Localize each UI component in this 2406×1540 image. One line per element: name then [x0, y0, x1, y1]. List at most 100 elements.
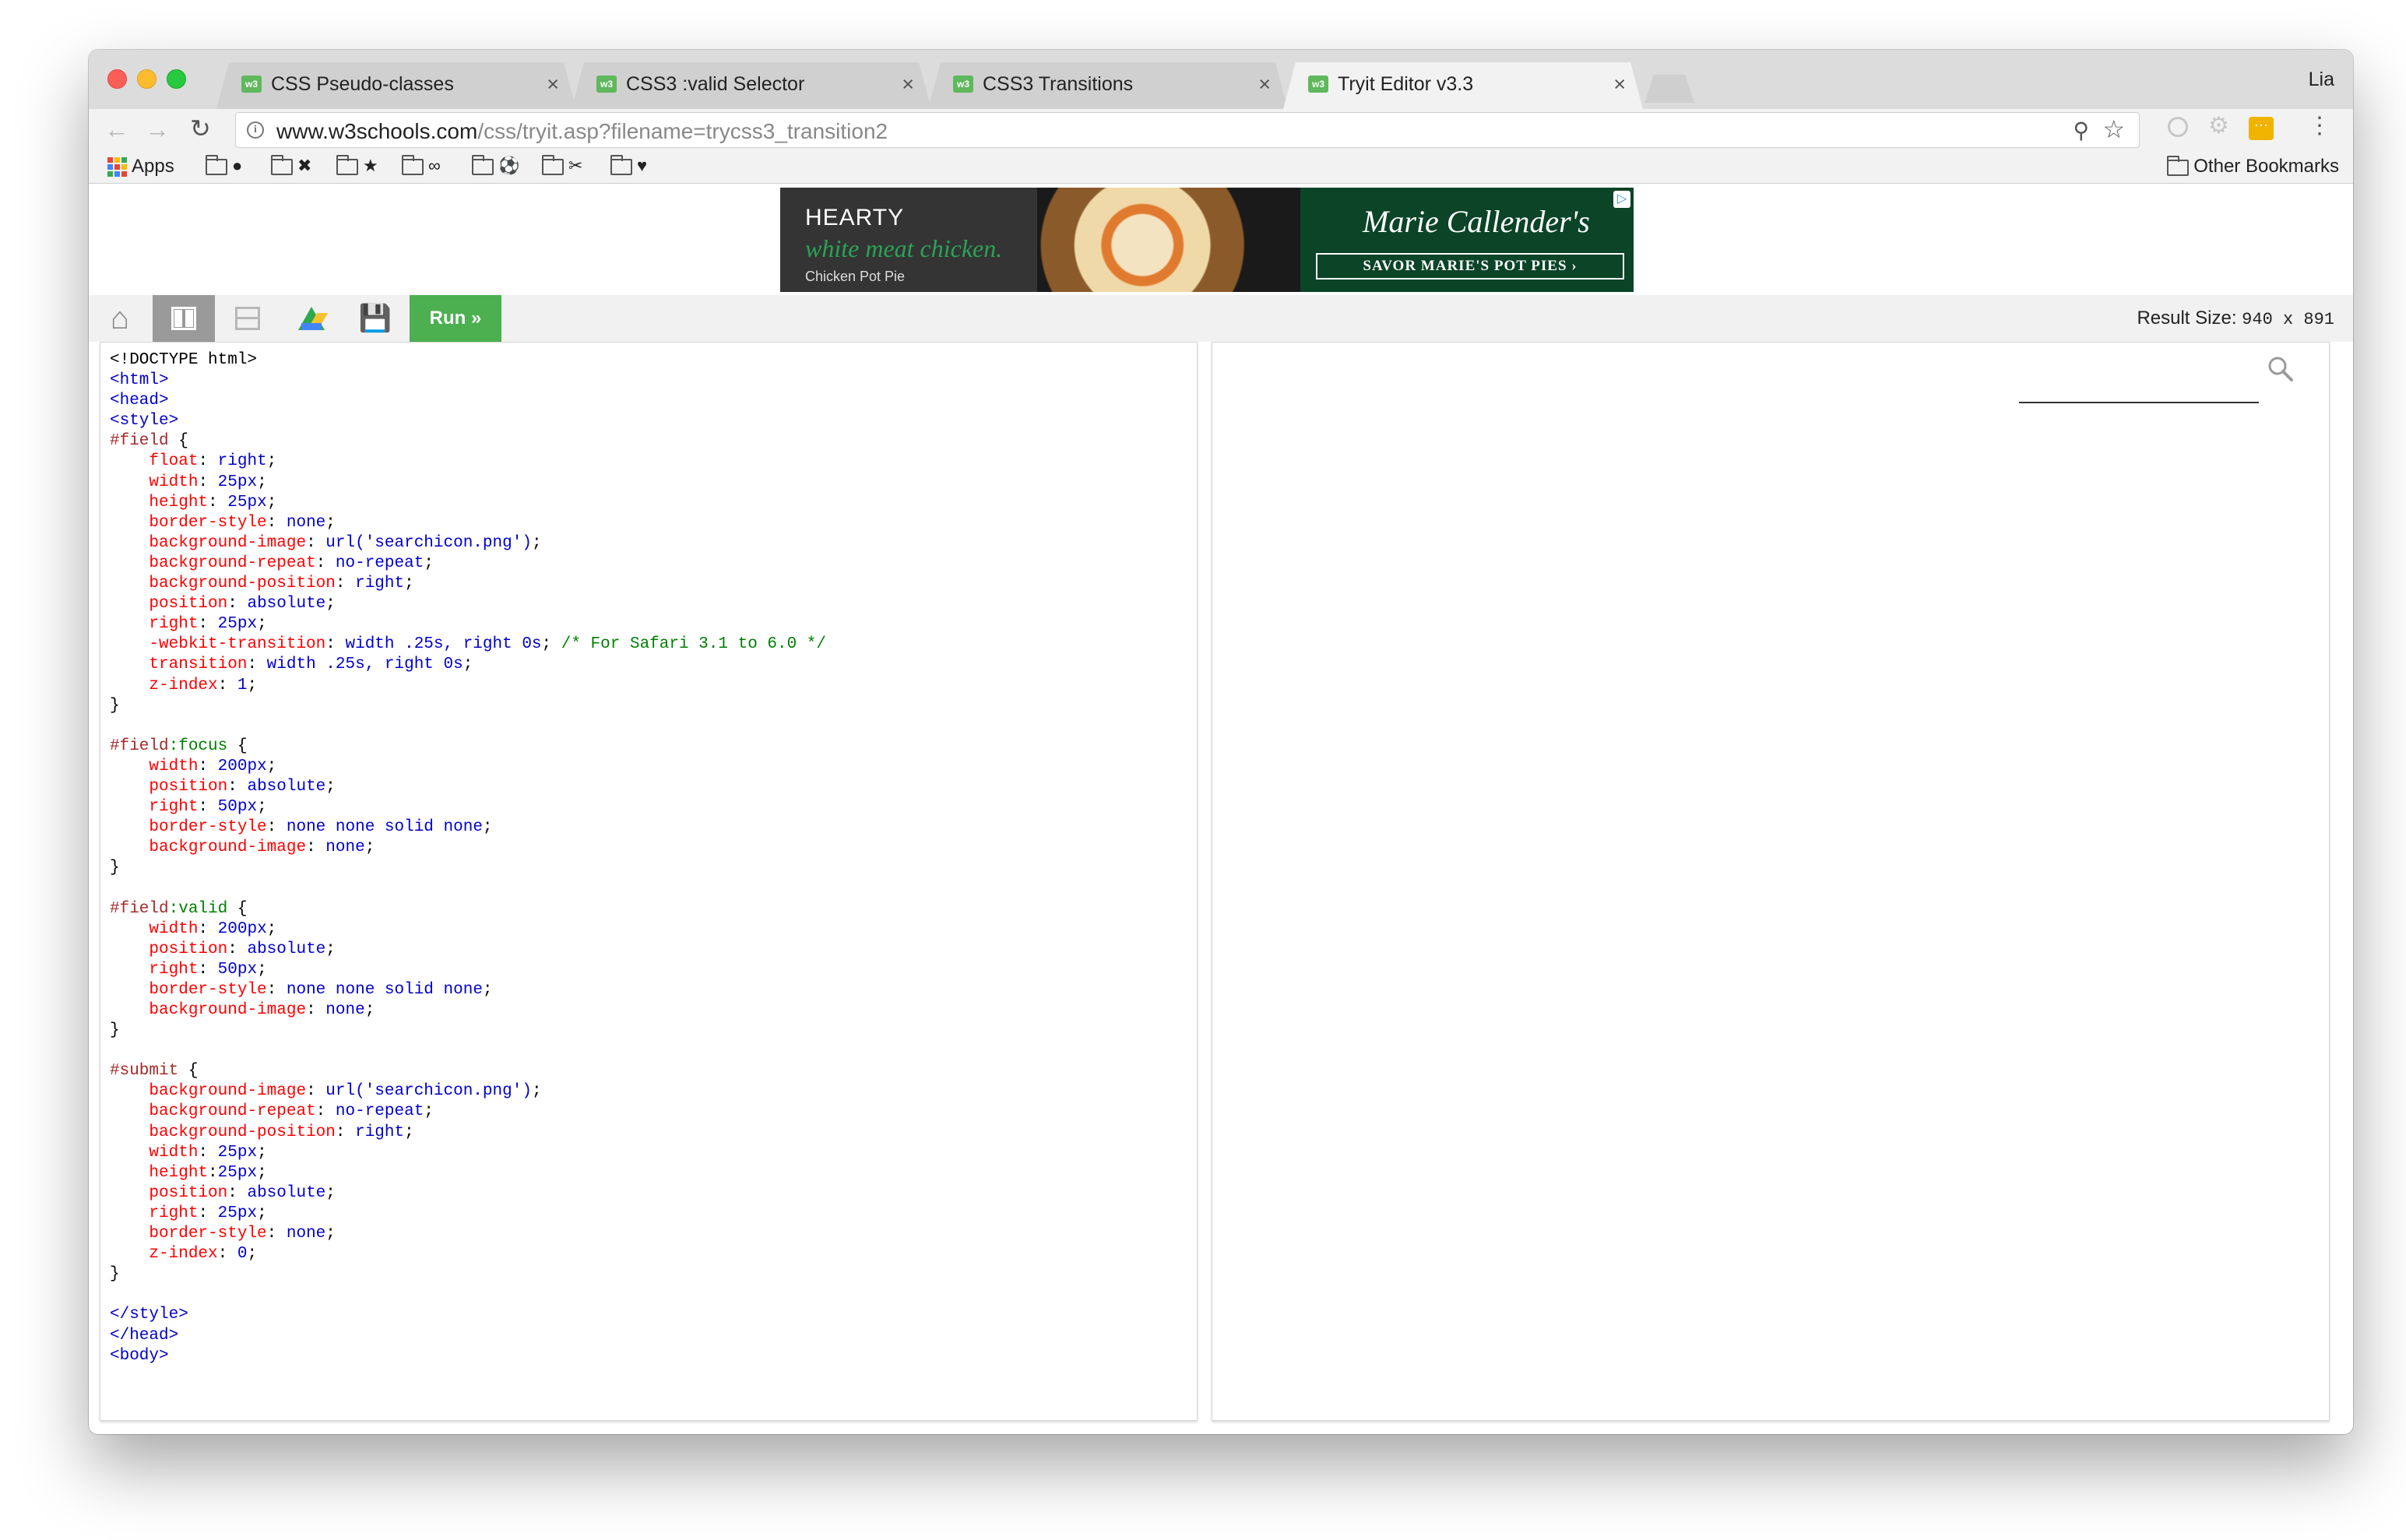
code-token: #field — [110, 899, 169, 918]
code-token: : — [335, 575, 356, 593]
code-line: background-image: none; — [110, 1000, 826, 1021]
run-button[interactable]: Run » — [410, 295, 501, 342]
code-token: url('searchicon.png') — [325, 533, 532, 552]
reload-icon[interactable]: ↻ — [190, 114, 211, 143]
code-token: : — [315, 1102, 336, 1121]
tab-css3-transitions[interactable]: w3 CSS3 Transitions × — [928, 62, 1288, 109]
folder-icon — [542, 154, 564, 175]
bookmark-glyph: ✖ — [297, 156, 312, 175]
code-token: border-style — [149, 980, 267, 999]
code-token: none none solid none — [286, 818, 483, 837]
bookmark-folder[interactable]: ★ — [336, 154, 378, 176]
tab-close-icon[interactable]: × — [547, 72, 559, 97]
tab-close-icon[interactable]: × — [1613, 72, 1626, 97]
extension-folder-icon[interactable]: ⋯ — [2249, 117, 2274, 140]
folder-icon — [336, 154, 358, 175]
advertisement-banner[interactable]: HEARTY white meat chicken. Chicken Pot P… — [780, 188, 1634, 292]
code-line: width: 25px; — [110, 1143, 826, 1163]
code-token: ; — [257, 615, 267, 634]
code-token: ; — [325, 595, 336, 614]
code-token: ; — [257, 960, 267, 979]
columns-layout-button[interactable] — [153, 295, 215, 342]
browser-toolbar: ← → ↻ i www.w3schools.com/css/tryit.asp?… — [89, 109, 2353, 151]
bookmark-star-icon[interactable]: ☆ — [2102, 114, 2125, 144]
folder-icon — [271, 154, 293, 175]
code-token: } — [110, 696, 120, 715]
tab-close-icon[interactable]: × — [902, 72, 914, 97]
folder-icon — [206, 154, 227, 175]
extension-circle-icon[interactable] — [2168, 117, 2188, 137]
code-line: background-repeat: no-repeat; — [110, 554, 826, 574]
code-token: 50px — [217, 960, 258, 979]
bookmark-apps[interactable]: Apps — [107, 156, 174, 178]
code-token: float — [149, 452, 199, 471]
bookmark-folder[interactable]: ● — [206, 154, 242, 176]
code-token: : — [198, 473, 218, 491]
url-text[interactable]: www.w3schools.com/css/tryit.asp?filename… — [276, 119, 888, 144]
tab-css3-valid-selector[interactable]: w3 CSS3 :valid Selector × — [572, 62, 931, 109]
rows-layout-button[interactable] — [216, 295, 279, 342]
w3schools-favicon-icon: w3 — [596, 76, 617, 93]
tab-title: CSS3 :valid Selector — [626, 73, 805, 95]
minimize-window-button[interactable] — [137, 69, 157, 89]
code-token: : — [266, 818, 287, 837]
code-token: } — [110, 1021, 120, 1040]
code-token: ; — [424, 554, 434, 572]
bookmark-folder[interactable]: ⚽ — [472, 154, 519, 176]
bookmark-folder[interactable]: ∞ — [402, 154, 441, 176]
zoom-icon[interactable]: ⚲ — [2073, 118, 2089, 143]
w3schools-favicon-icon: w3 — [241, 76, 262, 93]
code-token: : — [198, 757, 218, 775]
code-token: 200px — [217, 919, 267, 938]
tab-title: CSS3 Transitions — [983, 73, 1134, 95]
code-line: -webkit-transition: width .25s, right 0s… — [110, 635, 826, 655]
search-icon[interactable] — [2265, 353, 2296, 385]
google-drive-button[interactable] — [280, 295, 343, 342]
tab-close-icon[interactable]: × — [1258, 72, 1271, 97]
tab-tryit-editor[interactable]: w3 Tryit Editor v3.3 × — [1283, 62, 1643, 109]
back-arrow-icon[interactable]: ← — [104, 115, 129, 144]
maximize-window-button[interactable] — [167, 69, 186, 89]
new-tab-button[interactable] — [1644, 75, 1694, 103]
address-bar[interactable]: i www.w3schools.com/css/tryit.asp?filena… — [235, 112, 2140, 148]
code-token: : — [227, 1183, 248, 1202]
bookmark-folder[interactable]: ♥ — [610, 154, 647, 176]
code-token: ; — [482, 818, 493, 837]
code-token: right — [149, 960, 199, 979]
search-field[interactable] — [2019, 380, 2259, 403]
code-token: { — [178, 1062, 199, 1081]
info-icon[interactable]: i — [247, 121, 264, 139]
tab-css-pseudo-classes[interactable]: w3 CSS Pseudo-classes × — [216, 62, 576, 109]
profile-name[interactable]: Lia — [2309, 69, 2334, 91]
extension-gear-icon[interactable]: ⚙ — [2208, 112, 2229, 139]
code-token: absolute — [247, 777, 326, 796]
code-token: ; — [364, 839, 375, 857]
bookmark-folder[interactable]: ✖ — [271, 154, 312, 176]
code-token: : — [198, 1143, 218, 1162]
code-token: right — [217, 452, 267, 471]
home-icon[interactable]: ⌂ — [89, 295, 151, 342]
forward-arrow-icon[interactable]: → — [145, 115, 170, 144]
code-token: : — [306, 1001, 326, 1019]
bookmark-other[interactable]: Other Bookmarks — [2167, 155, 2339, 178]
code-line: width: 200px; — [110, 919, 826, 940]
ad-cta-button[interactable]: SAVOR MARIE'S POT PIES › — [1316, 253, 1624, 280]
code-line: background-image: none; — [110, 838, 826, 858]
chrome-menu-icon[interactable]: ⋮ — [2308, 112, 2331, 139]
ad-tagline: white meat chicken. — [805, 234, 1003, 262]
code-token: no-repeat — [335, 554, 424, 572]
code-editor[interactable]: <!DOCTYPE html> <html> <head> <style> #field… — [100, 342, 1198, 1421]
result-frame[interactable] — [1212, 342, 2330, 1421]
code-line: <style> — [110, 411, 826, 431]
save-icon[interactable]: 💾 — [344, 295, 406, 342]
adchoices-icon[interactable]: ▷ — [1613, 191, 1630, 208]
code-text[interactable]: <!DOCTYPE html> <html> <head> <style> #field… — [110, 350, 826, 1366]
close-window-button[interactable] — [107, 69, 127, 89]
bookmark-folder[interactable]: ✂ — [542, 154, 582, 176]
